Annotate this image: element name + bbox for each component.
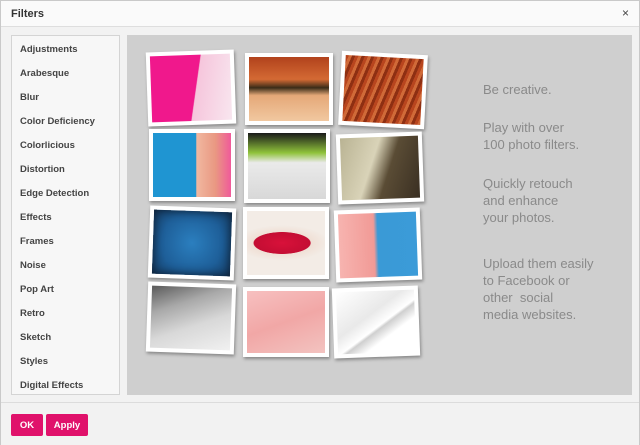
sample-photo-pink-nails (333, 207, 423, 283)
filters-dialog: Filters × Adjustments Arabesque Blur Col… (0, 0, 640, 445)
ok-button[interactable]: OK (11, 414, 43, 436)
sidebar-item-arabesque[interactable]: Arabesque (20, 68, 69, 79)
sidebar-item-blur[interactable]: Blur (20, 92, 39, 103)
filter-category-list: Adjustments Arabesque Blur Color Deficie… (11, 35, 120, 395)
apply-button[interactable]: Apply (46, 414, 88, 436)
sample-photo-sketch (331, 285, 421, 359)
sidebar-item-noise[interactable]: Noise (20, 260, 46, 271)
sidebar-item-sketch[interactable]: Sketch (20, 332, 51, 343)
sidebar-item-adjustments[interactable]: Adjustments (20, 44, 78, 55)
sidebar-item-retro[interactable]: Retro (20, 308, 45, 319)
sidebar-item-edge-detection[interactable]: Edge Detection (20, 188, 89, 199)
sidebar-item-frames[interactable]: Frames (20, 236, 54, 247)
dialog-titlebar: Filters × (1, 1, 639, 27)
sample-photo-red-lips (243, 207, 329, 279)
sample-photo-green-glasses (244, 129, 330, 203)
sample-photo-blue-texture (147, 205, 237, 281)
sample-photo-grayscale-shoulder (145, 281, 237, 355)
dialog-title: Filters (11, 8, 45, 20)
sample-photo-red-hair-texture (338, 50, 428, 130)
sample-photo-blue-portrait (149, 129, 235, 201)
sample-photo-pink-shoulder (243, 287, 329, 357)
promo-text-retouch: Quickly retouch and enhance your photos. (483, 176, 573, 225)
sidebar-item-digital-effects[interactable]: Digital Effects (20, 380, 83, 391)
sidebar-item-pop-art[interactable]: Pop Art (20, 284, 54, 295)
sidebar-item-distortion[interactable]: Distortion (20, 164, 65, 175)
sample-photo-red-hair-glasses (245, 53, 333, 125)
dialog-footer: OK Apply (1, 402, 639, 445)
sidebar-item-colorlicious[interactable]: Colorlicious (20, 140, 75, 151)
promo-text-upload: Upload them easily to Facebook or other … (483, 256, 594, 322)
sample-photo-pink-hair (145, 49, 237, 127)
promo-text-creative: Be creative. (483, 82, 552, 97)
sidebar-item-effects[interactable]: Effects (20, 212, 52, 223)
sidebar-item-styles[interactable]: Styles (20, 356, 48, 367)
sidebar-item-color-deficiency[interactable]: Color Deficiency (20, 116, 95, 127)
promo-text-filters: Play with over 100 photo filters. (483, 120, 580, 152)
sample-photo-sepia-portrait (335, 131, 425, 205)
close-icon[interactable]: × (622, 5, 629, 21)
filter-preview-panel: Be creative. Play with over 100 photo fi… (127, 35, 632, 395)
